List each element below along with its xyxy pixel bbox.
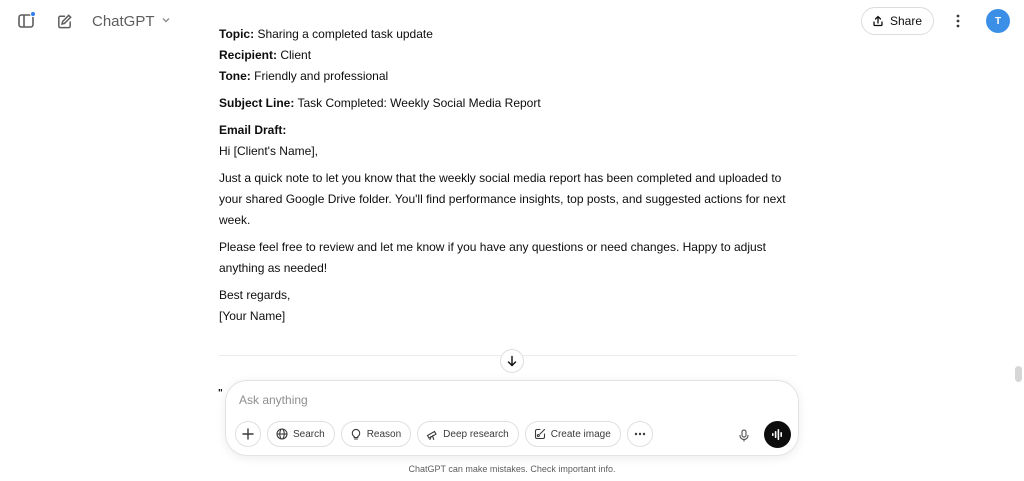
tone-value: Friendly and professional bbox=[250, 69, 389, 83]
topic-line: Topic: Sharing a completed task update bbox=[219, 24, 799, 45]
create-image-label: Create image bbox=[550, 428, 611, 440]
arrow-down-icon bbox=[507, 355, 517, 367]
telescope-icon bbox=[426, 430, 437, 440]
composer: Search Reason Deep research Create image bbox=[225, 380, 799, 456]
share-label: Share bbox=[889, 14, 922, 28]
deep-research-label: Deep research bbox=[443, 428, 509, 440]
composer-tools: Search Reason Deep research Create image bbox=[235, 421, 653, 447]
new-chat-button[interactable] bbox=[52, 9, 76, 33]
globe-icon bbox=[276, 428, 288, 440]
assistant-message: Topic: Sharing a completed task update R… bbox=[219, 24, 799, 327]
search-label: Search bbox=[293, 428, 325, 440]
share-icon bbox=[873, 15, 883, 27]
tone-line: Tone: Friendly and professional bbox=[219, 66, 799, 87]
attach-button[interactable] bbox=[235, 421, 261, 447]
more-vertical-icon bbox=[956, 14, 960, 28]
image-brush-icon bbox=[534, 428, 545, 440]
more-tools-button[interactable] bbox=[626, 421, 653, 447]
deep-research-button[interactable]: Deep research bbox=[417, 421, 519, 447]
prompt-input[interactable] bbox=[239, 393, 719, 407]
model-selector[interactable]: ChatGPT bbox=[92, 13, 171, 30]
reason-button[interactable]: Reason bbox=[340, 421, 412, 447]
subject-label: Subject Line: bbox=[219, 96, 295, 110]
tone-label: Tone: bbox=[219, 69, 251, 83]
sidebar-toggle-button[interactable] bbox=[14, 9, 38, 33]
notification-dot bbox=[30, 11, 36, 17]
signature: [Your Name] bbox=[219, 309, 286, 323]
new-chat-icon bbox=[57, 13, 72, 28]
header-right: Share T bbox=[860, 7, 1010, 35]
topic-value: Sharing a completed task update bbox=[254, 27, 433, 41]
chevron-down-icon bbox=[161, 15, 171, 28]
create-image-button[interactable]: Create image bbox=[524, 421, 621, 447]
closing: Best regards, bbox=[219, 288, 291, 302]
scroll-to-bottom-button[interactable] bbox=[500, 349, 524, 373]
lightbulb-icon bbox=[351, 428, 360, 440]
subject-line: Subject Line: Task Completed: Weekly Soc… bbox=[219, 93, 799, 114]
scrollbar-thumb[interactable] bbox=[1015, 366, 1022, 382]
recipient-line: Recipient: Client bbox=[219, 45, 799, 66]
more-options-button[interactable] bbox=[946, 9, 970, 33]
disclaimer: ChatGPT can make mistakes. Check importa… bbox=[408, 464, 616, 474]
paragraph-2: Please feel free to review and let me kn… bbox=[219, 240, 766, 275]
avatar[interactable]: T bbox=[986, 9, 1010, 33]
greeting: Hi [Client's Name], bbox=[219, 144, 318, 158]
dictate-button[interactable] bbox=[733, 424, 755, 446]
voice-waveform-icon bbox=[772, 429, 782, 440]
share-button[interactable]: Share bbox=[860, 7, 934, 35]
draft-heading: Email Draft: bbox=[219, 120, 799, 141]
reason-label: Reason bbox=[366, 428, 402, 440]
search-button[interactable]: Search bbox=[267, 421, 335, 447]
voice-mode-button[interactable] bbox=[764, 421, 791, 448]
ellipsis-icon bbox=[634, 432, 645, 436]
recipient-label: Recipient: bbox=[219, 48, 278, 62]
mic-icon bbox=[739, 428, 749, 442]
model-name-label: ChatGPT bbox=[92, 12, 155, 30]
draft-label: Email Draft: bbox=[219, 123, 287, 137]
recipient-value: Client bbox=[277, 48, 312, 62]
topic-label: Topic: bbox=[219, 27, 255, 41]
header-left: ChatGPT bbox=[14, 9, 171, 33]
subject-value: Task Completed: Weekly Social Media Repo… bbox=[294, 96, 541, 110]
paragraph-1: Just a quick note to let you know that t… bbox=[219, 171, 786, 227]
plus-icon bbox=[242, 428, 254, 440]
partial-next-message: " bbox=[218, 388, 223, 399]
